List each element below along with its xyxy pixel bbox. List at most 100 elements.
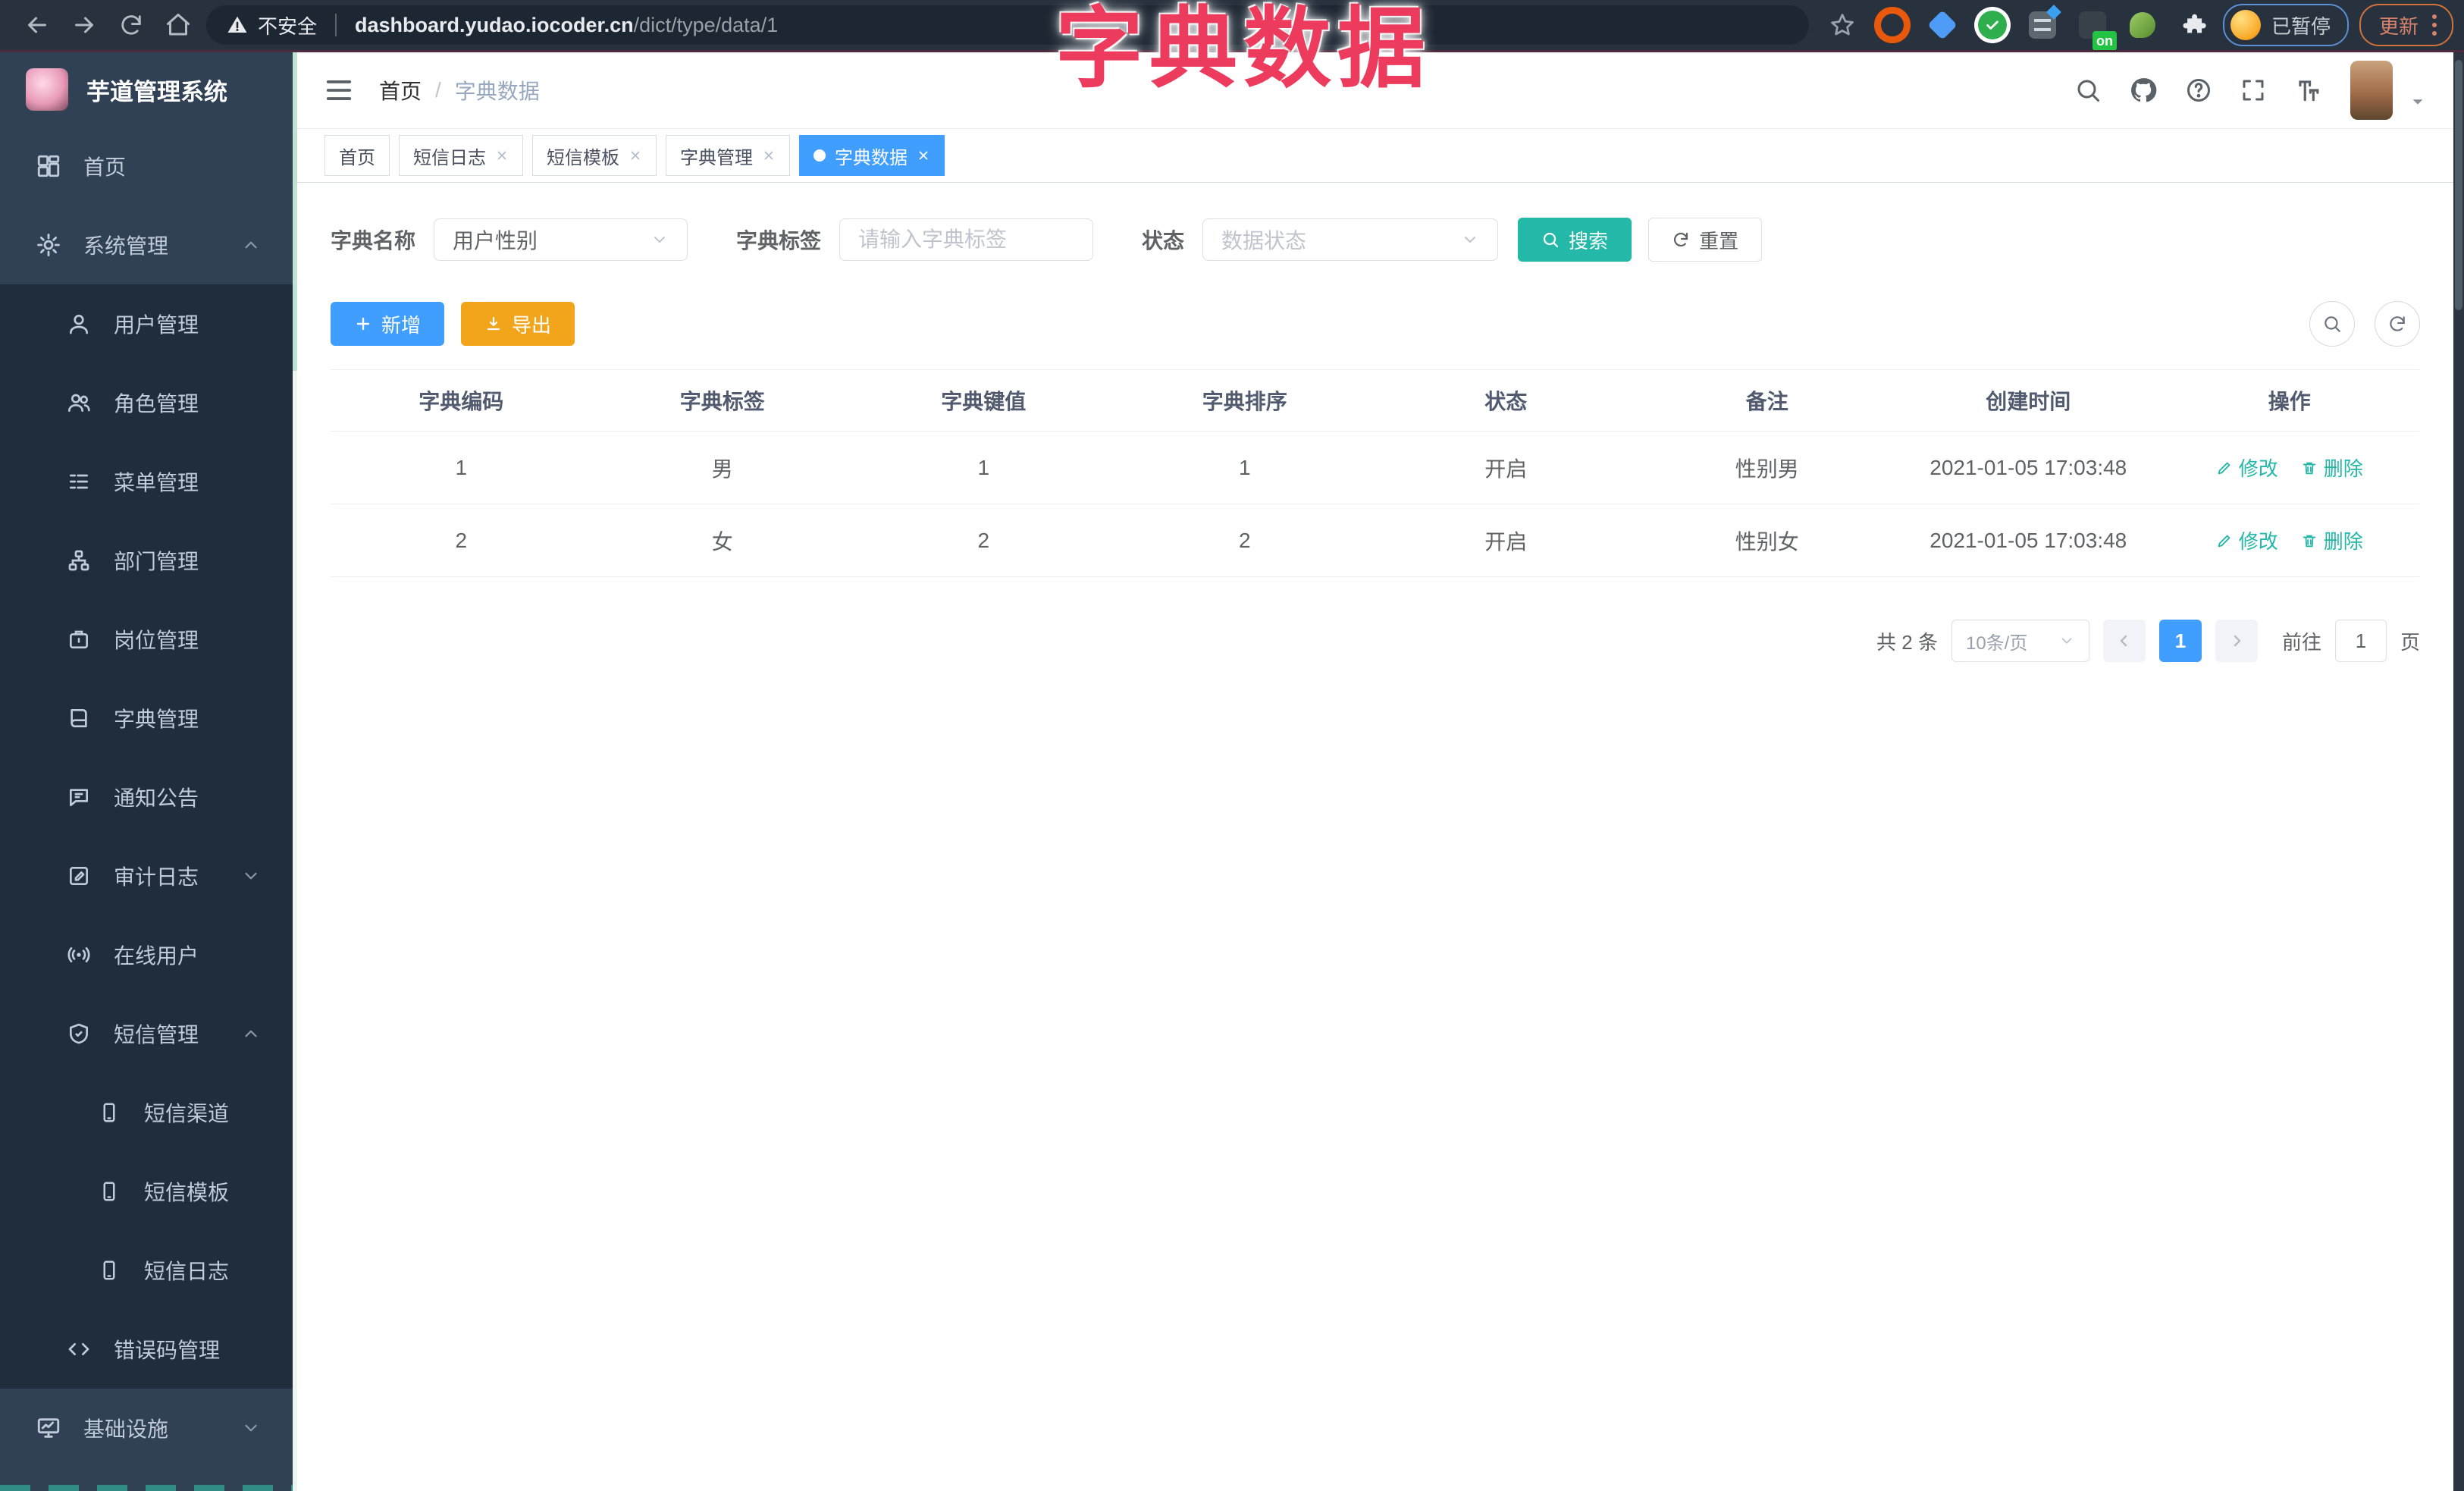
- fullscreen-icon[interactable]: [2240, 77, 2267, 104]
- dict-name-select[interactable]: 用户性别: [434, 218, 688, 261]
- status-select[interactable]: 数据状态: [1202, 218, 1499, 261]
- chevron-down-icon[interactable]: [2409, 93, 2426, 110]
- sidebar-item-sms-log[interactable]: 短信日志: [0, 1231, 293, 1310]
- browser-forward-button[interactable]: [61, 4, 108, 46]
- profile-paused-chip[interactable]: 已暂停: [2222, 4, 2349, 46]
- tab-label: 短信日志: [413, 147, 486, 168]
- breadcrumb-home[interactable]: 首页: [379, 75, 422, 105]
- next-page-button[interactable]: [2215, 620, 2258, 662]
- sidebar-item-label: 首页: [83, 155, 127, 179]
- extension-dark-on-icon[interactable]: on: [2073, 5, 2117, 51]
- extension-green-leaf-icon[interactable]: [2123, 5, 2162, 45]
- edit-link[interactable]: 修改: [2216, 526, 2278, 554]
- window-scrollbar[interactable]: [2453, 52, 2464, 1491]
- users-icon: [64, 388, 94, 418]
- hide-search-button[interactable]: [2309, 301, 2355, 347]
- refresh-table-button[interactable]: [2375, 301, 2420, 347]
- dashboard-icon: [33, 151, 64, 181]
- reset-button[interactable]: 重置: [1648, 218, 1763, 262]
- extension-green-check-icon[interactable]: [1973, 5, 2012, 45]
- chevron-up-icon: [241, 1024, 261, 1044]
- extension-blue-gem-icon[interactable]: [1923, 5, 1962, 45]
- close-icon[interactable]: [495, 149, 509, 162]
- browser-update-chip[interactable]: 更新: [2359, 4, 2453, 46]
- tab-home[interactable]: 首页: [324, 135, 390, 176]
- paused-label: 已暂停: [2271, 14, 2331, 38]
- page-number-button[interactable]: 1: [2158, 620, 2202, 662]
- col-header: 字典排序: [1202, 390, 1287, 413]
- sidebar-item-label: 通知公告: [114, 786, 199, 810]
- tab-dict-mgmt[interactable]: 字典管理: [666, 135, 790, 176]
- delete-link[interactable]: 删除: [2301, 454, 2363, 482]
- table-header-row: 字典编码 字典标签 字典键值 字典排序 状态 备注 创建时间 操作: [331, 370, 2420, 432]
- sidebar-item-audit-log[interactable]: 审计日志: [0, 837, 293, 915]
- on-badge: on: [2092, 31, 2117, 51]
- sidebar-item-sms-channel[interactable]: 短信渠道: [0, 1073, 293, 1152]
- sidebar-item-online-users[interactable]: 在线用户: [0, 915, 293, 994]
- sidebar-item-notice[interactable]: 通知公告: [0, 758, 293, 837]
- extension-switch-icon[interactable]: [2023, 5, 2062, 45]
- close-icon[interactable]: [917, 149, 930, 162]
- col-header: 创建时间: [1986, 390, 2071, 413]
- kebab-menu-icon[interactable]: [2429, 14, 2440, 36]
- url-bar[interactable]: 不安全 dashboard.yudao.iocoder.cn /dict/typ…: [206, 5, 1809, 45]
- omnibox-divider: [335, 14, 337, 36]
- window-scrollbar-thumb[interactable]: [2455, 60, 2462, 310]
- help-icon[interactable]: [2185, 77, 2212, 104]
- extensions-puzzle-icon[interactable]: [2173, 5, 2212, 45]
- avatar[interactable]: [2350, 61, 2393, 120]
- sidebar: 芋道管理系统 首页 系统管理 用户管理 角色管理 菜单管理 部门管理 岗位管理 …: [0, 52, 293, 1491]
- sidebar-item-label: 字典管理: [114, 708, 199, 731]
- cell-remark: 性别女: [1735, 529, 1799, 554]
- sidebar-item-role-mgmt[interactable]: 角色管理: [0, 363, 293, 442]
- sidebar-horizontal-scrollbar[interactable]: [0, 1485, 293, 1491]
- sidebar-item-dict-mgmt[interactable]: 字典管理: [0, 679, 293, 758]
- sidebar-item-home[interactable]: 首页: [0, 127, 293, 206]
- sidebar-item-sms-mgmt[interactable]: 短信管理: [0, 994, 293, 1073]
- online-users-icon: [64, 940, 94, 970]
- tab-label: 字典管理: [680, 147, 753, 168]
- sidebar-item-infrastructure[interactable]: 基础设施: [0, 1389, 293, 1467]
- search-button-label: 搜索: [1569, 229, 1609, 253]
- sidebar-item-error-code[interactable]: 错误码管理: [0, 1310, 293, 1389]
- browser-home-button[interactable]: [155, 4, 202, 46]
- page-size-select[interactable]: 10条/页: [1951, 620, 2089, 662]
- export-button[interactable]: 导出: [461, 302, 575, 346]
- search-button[interactable]: 搜索: [1518, 218, 1632, 262]
- browser-back-button[interactable]: [14, 4, 61, 46]
- cell-created-at: 2021-01-05 17:03:48: [1930, 455, 2127, 479]
- sidebar-item-menu-mgmt[interactable]: 菜单管理: [0, 442, 293, 521]
- hamburger-icon[interactable]: [324, 76, 353, 105]
- sidebar-item-post-mgmt[interactable]: 岗位管理: [0, 600, 293, 679]
- close-icon[interactable]: [762, 149, 776, 162]
- sidebar-item-user-mgmt[interactable]: 用户管理: [0, 284, 293, 363]
- status-placeholder: 数据状态: [1221, 229, 1307, 253]
- goto-page-input[interactable]: [2334, 620, 2387, 662]
- sidebar-item-system-mgmt[interactable]: 系统管理: [0, 206, 293, 284]
- extension-orange-donut-icon[interactable]: [1873, 5, 1912, 45]
- trash-icon: [2303, 462, 2315, 474]
- book-icon: [64, 703, 94, 733]
- refresh-icon: [1674, 232, 1688, 247]
- search-icon[interactable]: [2074, 77, 2102, 104]
- tab-dict-data[interactable]: 字典数据: [799, 135, 945, 176]
- dict-label-input[interactable]: [839, 218, 1094, 261]
- sidebar-item-dept-mgmt[interactable]: 部门管理: [0, 521, 293, 600]
- sidebar-logo[interactable]: 芋道管理系统: [0, 52, 293, 127]
- donut-shape: [1873, 7, 1911, 43]
- prev-page-button[interactable]: [2102, 620, 2146, 662]
- edit-link[interactable]: 修改: [2216, 454, 2278, 482]
- delete-link[interactable]: 删除: [2301, 526, 2363, 554]
- emoji-avatar: [2230, 10, 2261, 40]
- github-icon[interactable]: [2129, 76, 2158, 105]
- app-window: 芋道管理系统 首页 系统管理 用户管理 角色管理 菜单管理 部门管理 岗位管理 …: [0, 52, 2464, 1491]
- sidebar-item-label: 在线用户: [114, 944, 199, 968]
- font-size-icon[interactable]: [2294, 76, 2323, 105]
- browser-refresh-button[interactable]: [108, 4, 155, 46]
- sidebar-item-sms-template[interactable]: 短信模板: [0, 1152, 293, 1231]
- bookmark-star-icon[interactable]: [1823, 5, 1862, 45]
- tab-sms-log[interactable]: 短信日志: [399, 135, 523, 176]
- tab-sms-template[interactable]: 短信模板: [532, 135, 657, 176]
- close-icon[interactable]: [629, 149, 642, 162]
- add-button[interactable]: 新增: [331, 302, 445, 346]
